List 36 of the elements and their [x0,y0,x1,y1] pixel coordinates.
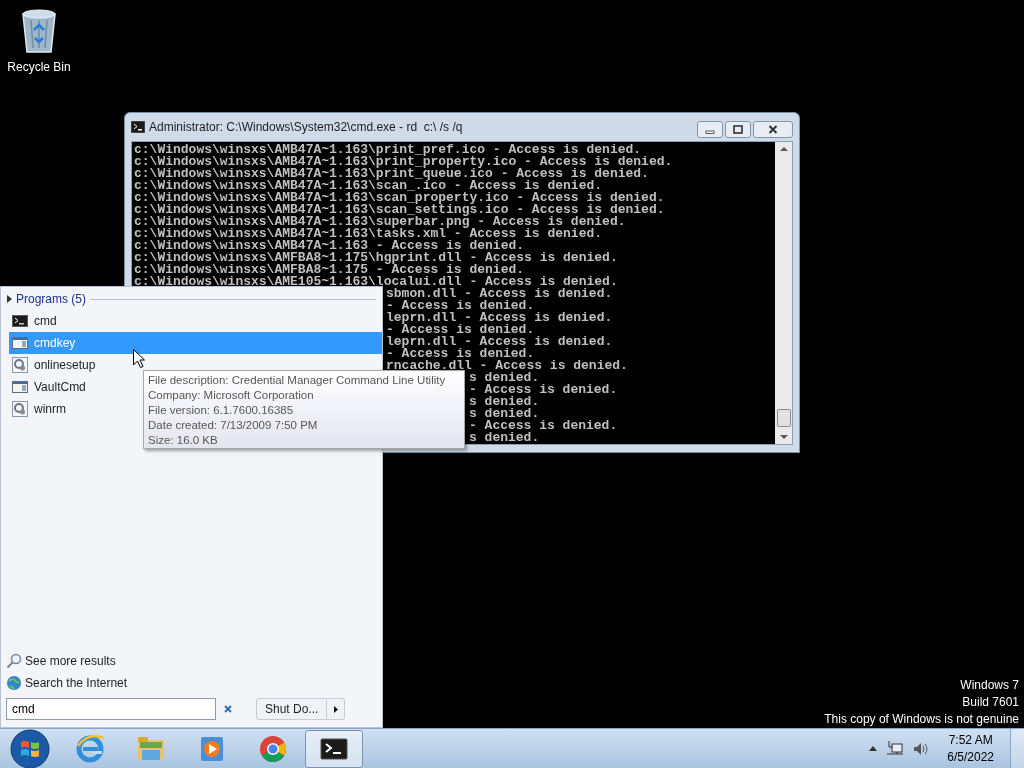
tooltip-line: Size: 16.0 KB [148,433,219,448]
console-line: c:\Windows\winsxs\AMB47A~1.163\superbar.png - Access is denied. [134,216,626,228]
console-line: leprn.dll - Access is denied. [386,312,613,324]
console-line: c:\Windows\winsxs\AMFBA8~1.175 - Access is denied. [134,264,525,276]
notice-text: Windows 7 [960,677,1019,694]
console-line: sbmon.dll - Access is denied. [386,288,613,300]
console-line: c:\Windows\winsxs\AMB47A~1.163\print_property.ico - Access is denied. [134,156,673,168]
console-line: c:\Windows\winsxs\AMB47A~1.163\tasks.xml - Access is denied. [134,228,603,240]
console-line: c:\Windows\winsxs\AMB47A~1.163 - Access is denied. [134,240,525,252]
console-line: c:\Windows\winsxs\AMFBA8~1.175\hgprint.dll - Access is denied. [134,252,618,264]
console-line: rncache.dll - Access is denied. [386,360,628,372]
tooltip-line: File version: 6.1.7600.16385 [148,403,295,418]
tooltip-line: Date created: 7/13/2009 7:50 PM [148,418,319,433]
console-line: - Access is denied. [469,384,618,396]
tooltip-line: Company: Microsoft Corporation [148,388,315,403]
group-header: Programs (5) [16,291,86,308]
notice-text: Build 7601 [962,694,1019,711]
console-line: c:\Windows\winsxs\AMB47A~1.163\scan_.ico - Access is denied. [134,180,603,192]
console-line: c:\Windows\winsxs\AME105~1.163\localui.dll - Access is denied. [134,276,618,288]
console-line: c:\Windows\winsxs\AMB47A~1.163\scan_settings.ico - Access is denied. [134,204,665,216]
console-line: - Access is denied. [386,300,535,312]
console-line: leprn.dll - Access is denied. [386,336,613,348]
tooltip-line: File description: Credential Manager Command Line Utility [148,373,447,388]
icon-label: Recycle Bin [7,60,71,74]
console-line: c:\Windows\winsxs\AMB47A~1.163\scan_property.ico - Access is denied. [134,192,665,204]
console-line: s denied. [469,432,540,444]
console-line: c:\Windows\winsxs\AMB47A~1.163\print_pref.ico - Access is denied. [134,144,642,156]
notice-text: This copy of Windows is not genuine [824,711,1019,728]
console-line: s denied. [469,372,540,384]
console-line: s denied. [469,396,540,408]
console-line: c:\Windows\winsxs\AMB47A~1.163\print_queue.ico - Access is denied. [134,168,649,180]
console-line: - Access is denied. [386,324,535,336]
console-line: s denied. [469,408,540,420]
console-line: - Access is denied. [469,420,618,432]
console-line: - Access is denied. [386,348,535,360]
window-title: Administrator: C:\Windows\System32\cmd.exe - rd c:\ /s /q [149,119,463,136]
